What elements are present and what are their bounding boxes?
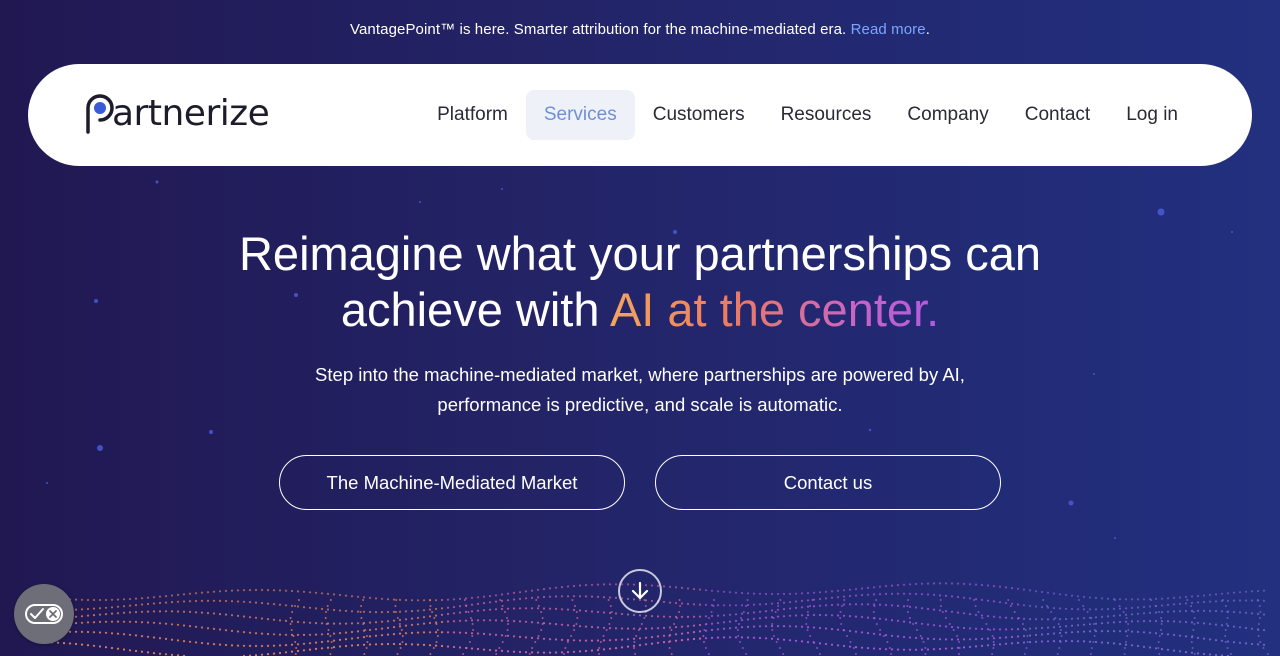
cookie-toggle-icon — [25, 604, 63, 624]
nav-item-contact[interactable]: Contact — [1007, 90, 1108, 140]
hero-subtitle-line1: Step into the machine-mediated market, w… — [315, 364, 965, 385]
cookie-consent-button[interactable] — [14, 584, 74, 644]
partnerize-logo[interactable]: artnerize — [84, 93, 270, 134]
nav-item-customers[interactable]: Customers — [635, 90, 763, 140]
logo-p-mark-icon — [86, 94, 114, 134]
hero-title-gradient: AI at the center. — [609, 283, 940, 336]
nav-item-services[interactable]: Services — [525, 90, 635, 140]
main-navbar: artnerize Platform Services Customers Resou… — [28, 64, 1252, 166]
hero-subtitle: Step into the machine-mediated market, w… — [0, 360, 1280, 420]
scroll-down-button[interactable] — [618, 569, 662, 613]
nav-links: Platform Services Customers Resources Compan… — [419, 90, 1196, 140]
hero-title-line2-plain: achieve with — [340, 283, 610, 336]
announcement-text: VantagePoint™ is here. Smarter attributi… — [349, 21, 847, 38]
nav-item-log-in[interactable]: Log in — [1108, 90, 1196, 140]
logo-wordmark: artnerize — [112, 93, 270, 134]
nav-item-resources[interactable]: Resources — [763, 90, 890, 140]
nav-item-platform[interactable]: Platform — [419, 90, 526, 140]
read-more-link[interactable]: Read more — [851, 21, 926, 38]
arrow-down-icon — [631, 581, 649, 600]
hero-title-line1: Reimagine what your partnerships can — [238, 227, 1042, 280]
contact-us-button[interactable]: Contact us — [655, 455, 1001, 510]
nav-item-company[interactable]: Company — [889, 90, 1006, 140]
machine-mediated-market-button[interactable]: The Machine-Mediated Market — [279, 455, 625, 510]
hero-subtitle-line2: performance is predictive, and scale is … — [437, 394, 843, 415]
announcement-bar: VantagePoint™ is here. Smarter attributi… — [0, 21, 1280, 38]
announcement-suffix: . — [925, 21, 930, 38]
hero-title: Reimagine what your partnerships can ach… — [0, 226, 1280, 338]
